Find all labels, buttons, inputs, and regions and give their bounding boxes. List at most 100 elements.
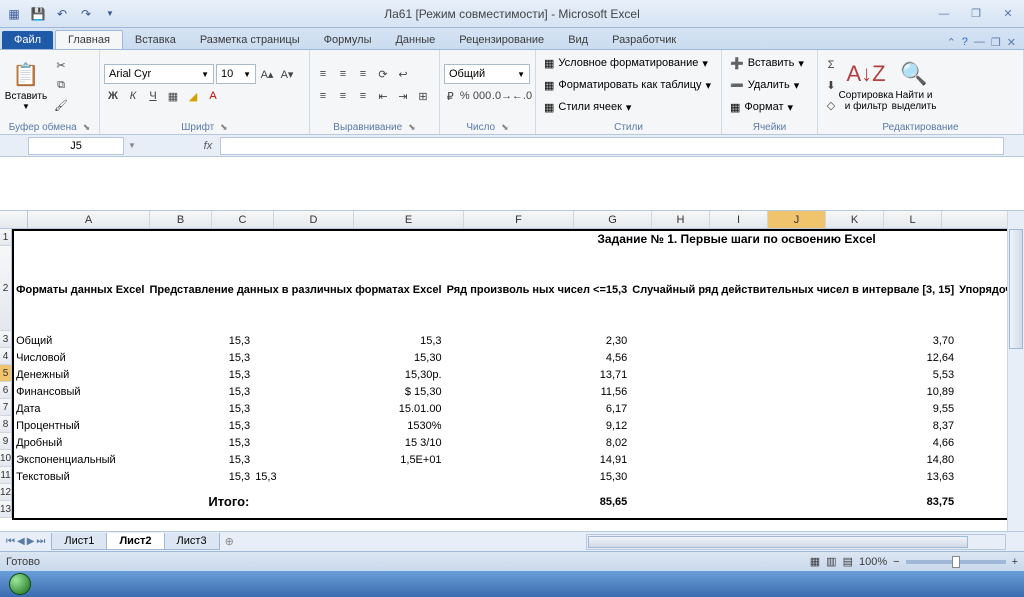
scroll-thumb[interactable]	[1009, 229, 1023, 349]
align-top-icon[interactable]: ≡	[314, 65, 332, 83]
tab-layout[interactable]: Разметка страницы	[188, 31, 312, 49]
indent-dec-icon[interactable]: ⇤	[374, 87, 392, 105]
font-name-combo[interactable]: Arial Cyr▼	[104, 64, 214, 84]
italic-button[interactable]: К	[124, 87, 142, 105]
tab-formulas[interactable]: Формулы	[312, 31, 384, 49]
row-3[interactable]: 3	[0, 331, 12, 348]
underline-button[interactable]: Ч	[144, 87, 162, 105]
col-E[interactable]: E	[354, 211, 464, 228]
sheet-nav-next-icon[interactable]: ▶	[27, 536, 35, 547]
tab-view[interactable]: Вид	[556, 31, 600, 49]
col-L[interactable]: L	[884, 211, 942, 228]
dialog-launcher-icon[interactable]: ⬊	[501, 122, 509, 133]
cell-heading[interactable]: Задание № 1. Первые шаги по освоению Exc…	[13, 230, 1024, 247]
align-middle-icon[interactable]: ≡	[334, 65, 352, 83]
col-I[interactable]: I	[710, 211, 768, 228]
row-9[interactable]: 9	[0, 433, 12, 450]
tab-developer[interactable]: Разработчик	[600, 31, 688, 49]
file-tab[interactable]: Файл	[2, 31, 53, 49]
row-10[interactable]: 10	[0, 450, 12, 467]
formula-input[interactable]	[220, 137, 1004, 155]
fill-icon[interactable]: ⬇	[822, 76, 840, 94]
row-5[interactable]: 5	[0, 365, 12, 382]
doc-minimize-icon[interactable]: —	[974, 36, 985, 49]
restore-icon[interactable]: ❐	[964, 5, 988, 23]
zoom-slider[interactable]	[906, 560, 1006, 564]
bold-button[interactable]: Ж	[104, 87, 122, 105]
wrap-text-icon[interactable]: ↩	[394, 65, 412, 83]
row-headers[interactable]: 1 2 3 4 5 6 7 8 9 10 11 12 13	[0, 229, 12, 520]
paste-button[interactable]: 📋 Вставить ▼	[4, 52, 48, 118]
row-8[interactable]: 8	[0, 416, 12, 433]
sheet-tab-2[interactable]: Лист2	[106, 533, 164, 550]
zoom-thumb[interactable]	[952, 556, 960, 568]
comma-icon[interactable]: 000	[473, 87, 491, 105]
align-right-icon[interactable]: ≡	[354, 87, 372, 105]
undo-icon[interactable]: ↶	[52, 4, 72, 24]
row-6[interactable]: 6	[0, 382, 12, 399]
col-H[interactable]: H	[652, 211, 710, 228]
sheet-nav-prev-icon[interactable]: ◀	[17, 536, 25, 547]
save-icon[interactable]: 💾	[28, 4, 48, 24]
sheet-tab-1[interactable]: Лист1	[51, 533, 107, 550]
row-1[interactable]: 1	[0, 229, 12, 246]
autosum-icon[interactable]: Σ	[822, 56, 840, 74]
tab-insert[interactable]: Вставка	[123, 31, 188, 49]
view-break-icon[interactable]: ▤	[843, 555, 853, 568]
find-select-button[interactable]: 🔍 Найти и выделить	[892, 52, 936, 118]
dialog-launcher-icon[interactable]: ⬊	[83, 122, 91, 133]
minimize-icon[interactable]: —	[932, 5, 956, 23]
zoom-out-icon[interactable]: −	[893, 556, 899, 568]
cell-styles-button[interactable]: ▦Стили ячеек ▾	[540, 97, 717, 117]
clear-icon[interactable]: ◇	[822, 96, 840, 114]
row-12[interactable]: 12	[0, 484, 12, 501]
tab-review[interactable]: Рецензирование	[447, 31, 556, 49]
decrease-decimal-icon[interactable]: ←.0	[513, 87, 531, 105]
col-F[interactable]: F	[464, 211, 574, 228]
start-button[interactable]	[0, 571, 40, 597]
scroll-thumb[interactable]	[588, 536, 968, 548]
doc-close-icon[interactable]: ✕	[1007, 36, 1016, 49]
view-normal-icon[interactable]: ▦	[810, 555, 820, 568]
tab-data[interactable]: Данные	[383, 31, 447, 49]
currency-icon[interactable]: ₽	[444, 87, 457, 105]
view-layout-icon[interactable]: ▥	[826, 555, 836, 568]
grow-font-icon[interactable]: A▴	[258, 65, 276, 83]
close-icon[interactable]: ✕	[996, 5, 1020, 23]
format-cells-button[interactable]: ▦Формат ▾	[726, 97, 813, 117]
row-2[interactable]: 2	[0, 246, 12, 331]
col-A[interactable]: A	[28, 211, 150, 228]
align-left-icon[interactable]: ≡	[314, 87, 332, 105]
zoom-in-icon[interactable]: +	[1012, 556, 1018, 568]
sheet-tab-3[interactable]: Лист3	[164, 533, 220, 550]
insert-cells-button[interactable]: ➕Вставить ▾	[726, 53, 813, 73]
percent-icon[interactable]: %	[459, 87, 472, 105]
increase-decimal-icon[interactable]: .0→	[493, 87, 511, 105]
name-box[interactable]: J5	[28, 137, 124, 155]
merge-icon[interactable]: ⊞	[414, 87, 432, 105]
col-C[interactable]: C	[212, 211, 274, 228]
align-center-icon[interactable]: ≡	[334, 87, 352, 105]
format-painter-icon[interactable]: 🖌	[52, 96, 70, 114]
number-format-combo[interactable]: Общий▼	[444, 64, 530, 84]
col-J[interactable]: J	[768, 211, 826, 228]
fx-icon[interactable]: fx	[196, 140, 220, 152]
new-sheet-icon[interactable]: ⊕	[219, 535, 240, 548]
minimize-ribbon-icon[interactable]: ⌃	[947, 36, 956, 49]
font-size-combo[interactable]: 10▼	[216, 64, 256, 84]
row-13[interactable]: 13	[0, 501, 12, 518]
copy-icon[interactable]: ⧉	[52, 76, 70, 94]
col-K[interactable]: K	[826, 211, 884, 228]
conditional-format-button[interactable]: ▦Условное форматирование ▾	[540, 53, 717, 73]
cut-icon[interactable]: ✂	[52, 56, 70, 74]
row-7[interactable]: 7	[0, 399, 12, 416]
font-color-icon[interactable]: A	[204, 87, 222, 105]
align-bottom-icon[interactable]: ≡	[354, 65, 372, 83]
redo-icon[interactable]: ↷	[76, 4, 96, 24]
col-B[interactable]: B	[150, 211, 212, 228]
orientation-icon[interactable]: ⟳	[374, 65, 392, 83]
col-G[interactable]: G	[574, 211, 652, 228]
fill-color-icon[interactable]: ◢	[184, 87, 202, 105]
qat-more-icon[interactable]: ▼	[100, 4, 120, 24]
sheet-nav-first-icon[interactable]: ⏮	[6, 536, 15, 547]
